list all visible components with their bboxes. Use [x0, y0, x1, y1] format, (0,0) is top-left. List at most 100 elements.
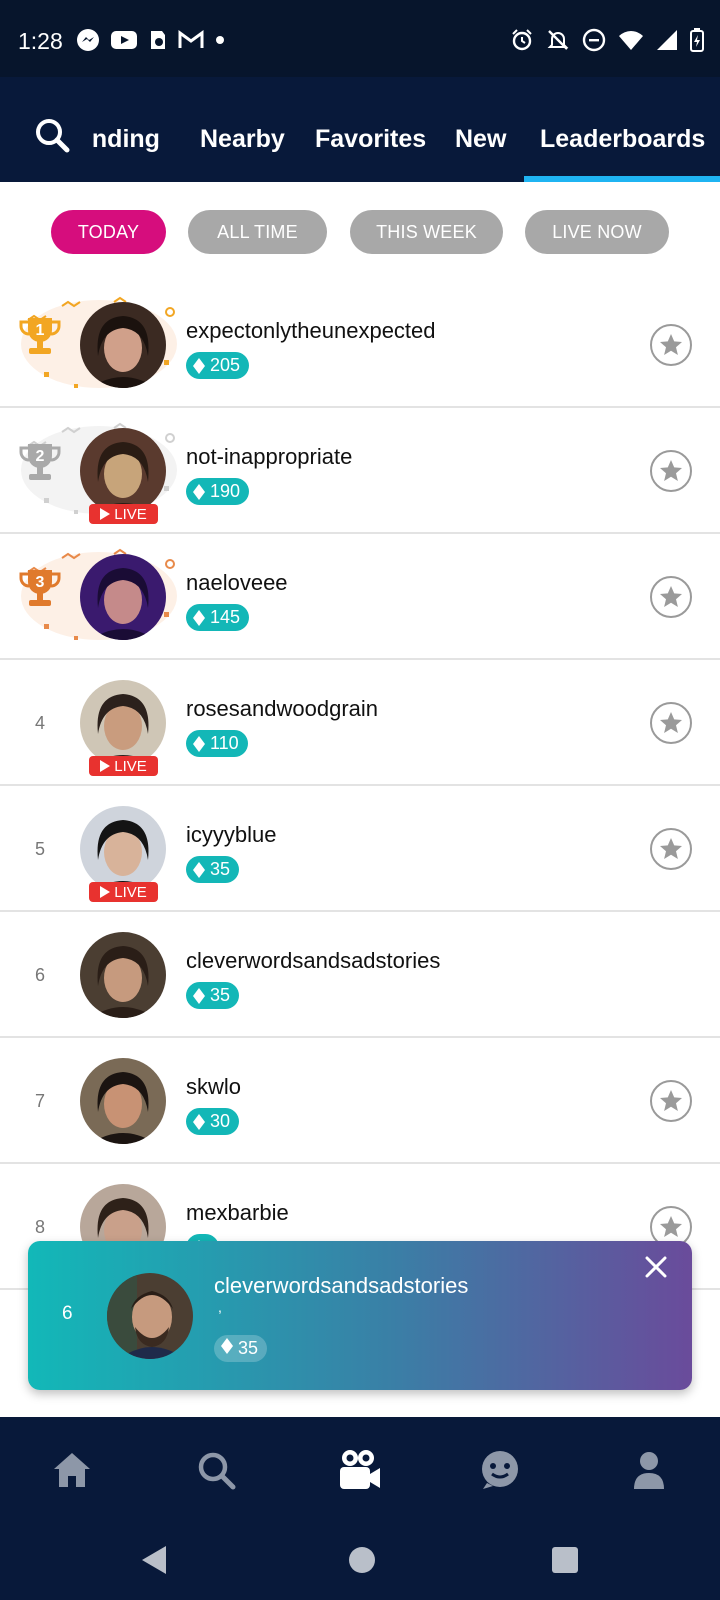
tab-new[interactable]: New: [455, 125, 506, 154]
favorite-button[interactable]: [650, 828, 692, 870]
user-avatar[interactable]: [80, 428, 166, 514]
user-avatar[interactable]: [80, 302, 166, 388]
favorite-button[interactable]: [650, 324, 692, 366]
leaderboard-row[interactable]: 4 LIVE rosesandwoodgrain 110: [0, 660, 720, 786]
score-value: 190: [210, 481, 241, 501]
play-icon: [100, 760, 111, 772]
user-avatar[interactable]: [80, 680, 166, 766]
search-icon[interactable]: [193, 1447, 239, 1493]
username[interactable]: cleverwordsandsadstories: [186, 948, 440, 974]
recents-icon[interactable]: [551, 1546, 579, 1579]
do-not-disturb-icon: [582, 28, 606, 52]
filter-live-now[interactable]: LIVE NOW: [525, 210, 669, 254]
profile-icon[interactable]: [626, 1447, 672, 1493]
star-icon: [660, 1216, 682, 1237]
back-icon[interactable]: [139, 1544, 169, 1581]
favorite-button[interactable]: [650, 576, 692, 618]
star-icon: [660, 460, 682, 481]
username[interactable]: icyyyblue: [186, 822, 276, 848]
play-icon: [100, 886, 111, 898]
score-value: 35: [210, 985, 231, 1005]
my-rank-number: 6: [62, 1303, 73, 1324]
close-icon[interactable]: [642, 1253, 670, 1281]
leaderboard-row[interactable]: 6 cleverwordsandsadstories 35: [0, 912, 720, 1038]
my-username: cleverwordsandsadstories: [214, 1273, 469, 1298]
my-score-badge: 35: [214, 1335, 268, 1362]
trophy-rank: 3: [36, 574, 45, 591]
username[interactable]: expectonlytheunexpected: [186, 318, 436, 344]
battery-charging-icon: [690, 28, 704, 52]
username[interactable]: mexbarbie: [186, 1200, 289, 1226]
star-icon: [660, 712, 682, 733]
username[interactable]: naeloveee: [186, 570, 288, 596]
username[interactable]: skwlo: [186, 1074, 241, 1100]
score-value: 205: [210, 355, 241, 375]
bottom-nav: [0, 1417, 720, 1522]
rank-number: 7: [34, 1091, 45, 1111]
user-avatar[interactable]: [80, 932, 166, 1018]
leaderboard-row[interactable]: 5 LIVE icyyyblue 35: [0, 786, 720, 912]
tab-trending[interactable]: ending: [92, 125, 172, 154]
wifi-icon: [618, 29, 644, 51]
signal-icon: [656, 29, 678, 51]
status-notification-icons: [76, 28, 226, 52]
my-avatar: [107, 1273, 193, 1359]
my-subtitle: ,: [218, 1299, 222, 1315]
score-badge: 35: [186, 856, 240, 883]
username[interactable]: rosesandwoodgrain: [186, 696, 378, 722]
score-value: 30: [210, 1111, 231, 1131]
home-icon[interactable]: [49, 1447, 95, 1493]
rank-number: 5: [34, 839, 45, 859]
play-icon: [100, 508, 111, 520]
active-tab-indicator: [524, 176, 720, 182]
score-value: 145: [210, 607, 241, 627]
trophy-icon: 3: [19, 570, 61, 606]
diamond-icon: [193, 483, 205, 500]
tab-favorites[interactable]: Favorites: [315, 125, 426, 154]
my-score: 35: [238, 1338, 259, 1358]
score-value: 110: [210, 733, 239, 753]
favorite-button[interactable]: [650, 450, 692, 492]
star-icon: [660, 838, 682, 859]
filter-all-time[interactable]: ALL TIME: [188, 210, 327, 254]
home-button-icon[interactable]: [348, 1546, 376, 1579]
filter-this-week[interactable]: THIS WEEK: [350, 210, 503, 254]
tab-header: ending Nearby Favorites New Leaderboards: [0, 77, 720, 182]
favorite-button[interactable]: [650, 1080, 692, 1122]
rank-number: 4: [34, 713, 45, 733]
filter-today[interactable]: TODAY: [51, 210, 166, 254]
username[interactable]: not-inappropriate: [186, 444, 352, 470]
star-icon: [660, 586, 682, 607]
star-icon: [660, 334, 682, 355]
score-badge: 190: [186, 478, 250, 505]
diamond-icon: [193, 609, 205, 626]
chat-icon[interactable]: [477, 1447, 523, 1493]
status-system-icons: [510, 28, 704, 52]
messenger-icon: [76, 28, 100, 52]
user-avatar[interactable]: [80, 554, 166, 640]
live-video-icon[interactable]: [336, 1447, 382, 1493]
live-badge: LIVE: [89, 882, 158, 902]
tab-leaderboards[interactable]: Leaderboards: [540, 125, 705, 154]
tab-nearby[interactable]: Nearby: [200, 125, 285, 154]
status-bar: 1:28: [0, 0, 720, 77]
my-rank-card[interactable]: 6 cleverwordsandsadstories , 35: [28, 1241, 692, 1390]
score-badge: 145: [186, 604, 250, 631]
user-avatar[interactable]: [80, 1058, 166, 1144]
leaderboard-row[interactable]: 3 naeloveee 145: [0, 534, 720, 660]
user-avatar[interactable]: [80, 806, 166, 892]
trophy-icon: 1: [19, 318, 61, 354]
app-icon: [148, 28, 168, 52]
leaderboard-row[interactable]: 7 skwlo 30: [0, 1038, 720, 1164]
live-label: LIVE: [114, 883, 147, 901]
leaderboard-row[interactable]: 1 expectonlytheunexpected 205: [0, 282, 720, 408]
leaderboard-row[interactable]: 2 LIVE not-inappropriate 190: [0, 408, 720, 534]
trophy-icon: 2: [19, 444, 61, 480]
favorite-button[interactable]: [650, 702, 692, 744]
status-time: 1:28: [18, 28, 63, 54]
diamond-icon: [193, 357, 205, 374]
search-icon[interactable]: [34, 117, 70, 153]
trophy-rank: 2: [36, 448, 45, 465]
star-icon: [660, 1090, 682, 1111]
rank-number: 6: [34, 965, 45, 985]
